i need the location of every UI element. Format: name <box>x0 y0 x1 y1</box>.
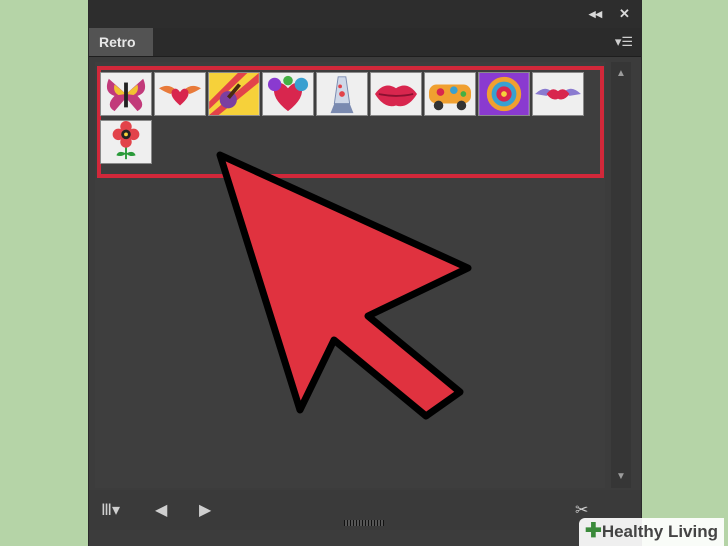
break-link-icon[interactable]: ✂ <box>575 500 588 520</box>
resize-grip[interactable] <box>344 520 384 526</box>
panel-menu-icon[interactable]: ▾☰ <box>615 34 633 50</box>
symbol-peace-flower[interactable] <box>100 120 152 164</box>
watermark-logo: ✚Healthy Living <box>579 518 724 546</box>
symbol-flying-lips[interactable] <box>532 72 584 116</box>
scroll-up-icon[interactable]: ▲ <box>616 68 626 79</box>
symbol-tie-dye-peace[interactable] <box>478 72 530 116</box>
symbol-lips[interactable] <box>370 72 422 116</box>
panel-bottom-toolbar: Ⅲ▾ ◀ ▶ ✂ <box>89 490 641 530</box>
tab-retro[interactable]: Retro <box>89 28 153 56</box>
watermark-text: Healthy Living <box>601 522 718 541</box>
symbol-lava-lamp[interactable] <box>316 72 368 116</box>
panel-title-bar[interactable]: ◂◂ ✕ <box>89 0 641 28</box>
symbol-heart-with-flowers[interactable] <box>262 72 314 116</box>
symbol-butterfly[interactable] <box>100 72 152 116</box>
close-icon[interactable]: ✕ <box>619 6 630 22</box>
panel-tab-row: Retro ▾☰ <box>89 28 641 57</box>
symbol-library-menu-icon[interactable]: Ⅲ▾ <box>101 500 120 520</box>
symbol-grid <box>95 62 605 488</box>
symbol-hippie-van[interactable] <box>424 72 476 116</box>
double-chevron-left-icon[interactable]: ◂◂ <box>589 6 602 22</box>
vertical-scrollbar[interactable]: ▲ ▼ <box>611 62 631 488</box>
scroll-down-icon[interactable]: ▼ <box>616 471 626 482</box>
next-library-icon[interactable]: ▶ <box>199 500 211 520</box>
previous-library-icon[interactable]: ◀ <box>155 500 167 520</box>
symbol-winged-heart[interactable] <box>154 72 206 116</box>
plus-icon: ✚ <box>585 520 602 542</box>
symbols-panel: ◂◂ ✕ Retro ▾☰ ▲ ▼ Ⅲ▾ ◀ ▶ ✂ <box>88 0 642 546</box>
symbol-guitar[interactable] <box>208 72 260 116</box>
